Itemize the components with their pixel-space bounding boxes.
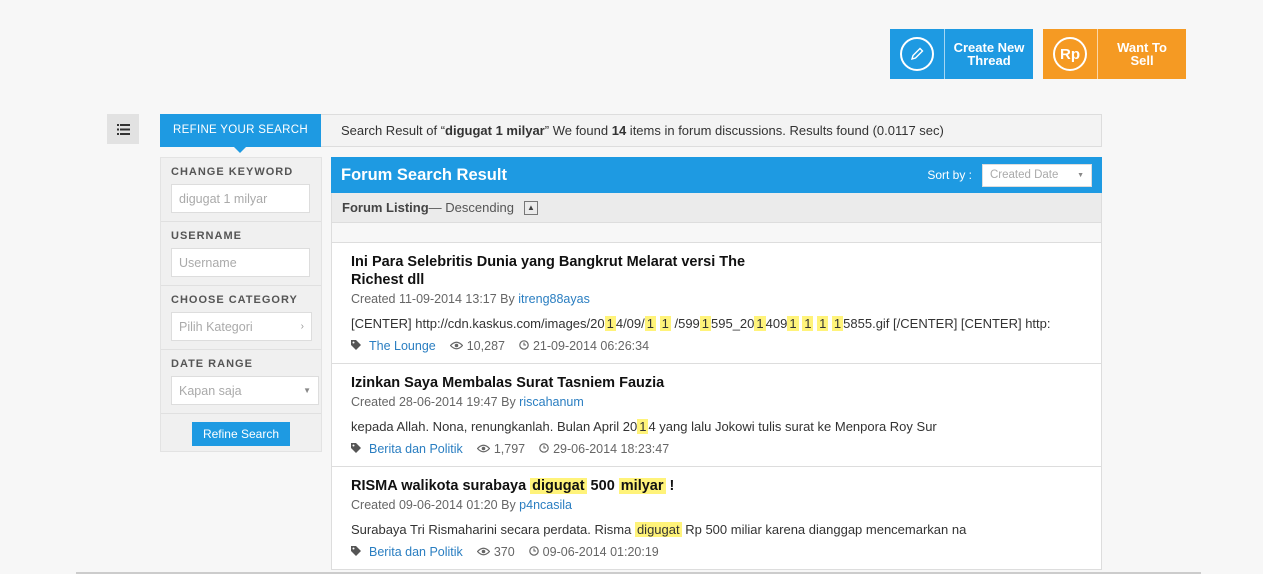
listing-bar: Forum Listing — Descending ▲ — [331, 193, 1102, 223]
pencil-icon — [890, 29, 945, 79]
thread-footer: Berita dan Politik 1,797 29-06-2014 18:23:… — [351, 442, 1082, 456]
author-link[interactable]: riscahanum — [519, 395, 584, 409]
tag-icon — [351, 339, 365, 353]
search-summary: Search Result of “digugat 1 milyar” We f… — [341, 123, 944, 138]
search-result-item: RISMA walikota surabaya digugat 500 mily… — [331, 467, 1102, 570]
eye-icon — [476, 545, 494, 559]
results-header: Forum Search Result Sort by : Created Da… — [331, 157, 1102, 193]
username-filter: USERNAME Username — [161, 222, 321, 286]
listing-label: Forum Listing — [342, 200, 429, 215]
keyword-filter: CHANGE KEYWORD digugat 1 milyar — [161, 158, 321, 222]
create-thread-label: Create New Thread — [953, 40, 1025, 68]
search-query: digugat 1 milyar — [445, 123, 545, 138]
thread-title-link[interactable]: Ini Para Selebritis Dunia yang Bangkrut … — [351, 253, 771, 289]
views-count: 1,797 — [476, 442, 525, 456]
date-select[interactable]: Kapan saja ▼ — [171, 376, 319, 405]
date-filter: DATE RANGE Kapan saja ▼ — [161, 350, 321, 414]
chevron-right-icon: › — [300, 321, 304, 332]
thread-title-link[interactable]: Izinkan Saya Membalas Surat Tasniem Fauz… — [351, 374, 771, 392]
search-summary-bar: REFINE YOUR SEARCH Search Result of “dig… — [160, 113, 1102, 153]
author-link[interactable]: itreng88ayas — [518, 292, 590, 306]
category-select[interactable]: Pilih Kategori › — [171, 312, 312, 341]
keyword-input[interactable]: digugat 1 milyar — [171, 184, 310, 213]
last-activity: 09-06-2014 01:20:19 — [528, 545, 659, 559]
category-label: CHOOSE CATEGORY — [171, 294, 298, 306]
sort-control: Sort by : Created Date ▼ — [927, 163, 1092, 187]
listing-order: — Descending — [428, 200, 514, 215]
category-link[interactable]: The Lounge — [369, 339, 436, 353]
want-to-sell-button[interactable]: Rp Want To Sell — [1043, 29, 1186, 79]
sort-label: Sort by : — [927, 168, 972, 182]
result-count: 14 — [611, 123, 627, 138]
rupiah-icon: Rp — [1043, 29, 1098, 79]
thread-meta: Created 28-06-2014 19:47 By riscahanum — [351, 395, 584, 409]
list-view-icon[interactable] — [107, 114, 139, 144]
sort-select[interactable]: Created Date ▼ — [982, 163, 1092, 187]
forum-results: Forum Search Result Sort by : Created Da… — [331, 157, 1102, 574]
username-label: USERNAME — [171, 230, 242, 242]
author-link[interactable]: p4ncasila — [519, 498, 572, 512]
results-title: Forum Search Result — [341, 165, 507, 184]
views-count: 370 — [476, 545, 515, 559]
eye-icon — [476, 442, 494, 456]
thread-footer: Berita dan Politik 370 09-06-2014 01:20:19 — [351, 545, 1082, 559]
clock-icon — [539, 442, 553, 456]
thread-meta: Created 09-06-2014 01:20 By p4ncasila — [351, 498, 572, 512]
keyword-label: CHANGE KEYWORD — [171, 166, 294, 178]
divider — [331, 223, 1102, 243]
eye-icon — [449, 339, 467, 353]
search-page: Create New Thread Rp Want To Sell REFINE… — [0, 0, 1263, 574]
views-count: 10,287 — [449, 339, 505, 353]
thread-footer: The Lounge 10,287 21-09-2014 06:26:34 — [351, 339, 1082, 353]
category-link[interactable]: Berita dan Politik — [369, 545, 463, 559]
collapse-icon[interactable]: ▲ — [523, 200, 538, 215]
category-filter: CHOOSE CATEGORY Pilih Kategori › — [161, 286, 321, 350]
tag-icon — [351, 442, 365, 456]
search-result-item: Ini Para Selebritis Dunia yang Bangkrut … — [331, 243, 1102, 364]
thread-snippet: kepada Allah. Nona, renungkanlah. Bulan … — [351, 419, 937, 434]
thread-snippet: Surabaya Tri Rismaharini secara perdata.… — [351, 522, 967, 537]
thread-title-link[interactable]: RISMA walikota surabaya digugat 500 mily… — [351, 477, 771, 495]
clock-icon — [528, 545, 543, 559]
category-link[interactable]: Berita dan Politik — [369, 442, 463, 456]
want-to-sell-label: Want To Sell — [1117, 40, 1167, 68]
caret-down-icon: ▼ — [303, 386, 311, 395]
tag-icon — [351, 545, 365, 559]
caret-down-icon: ▼ — [1077, 171, 1084, 179]
last-activity: 29-06-2014 18:23:47 — [539, 442, 669, 456]
refine-search-tab[interactable]: REFINE YOUR SEARCH — [160, 113, 321, 153]
last-activity: 21-09-2014 06:26:34 — [519, 339, 649, 353]
search-result-item: Izinkan Saya Membalas Surat Tasniem Fauz… — [331, 364, 1102, 467]
thread-meta: Created 11-09-2014 13:17 By itreng88ayas — [351, 292, 590, 306]
date-label: DATE RANGE — [171, 358, 253, 370]
thread-snippet: [CENTER] http://cdn.kaskus.com/images/20… — [351, 316, 1051, 331]
username-input[interactable]: Username — [171, 248, 310, 277]
refine-search-button[interactable]: Refine Search — [192, 422, 290, 446]
create-thread-button[interactable]: Create New Thread — [890, 29, 1033, 79]
clock-icon — [519, 339, 533, 353]
refine-panel: CHANGE KEYWORD digugat 1 milyar USERNAME… — [160, 157, 322, 452]
